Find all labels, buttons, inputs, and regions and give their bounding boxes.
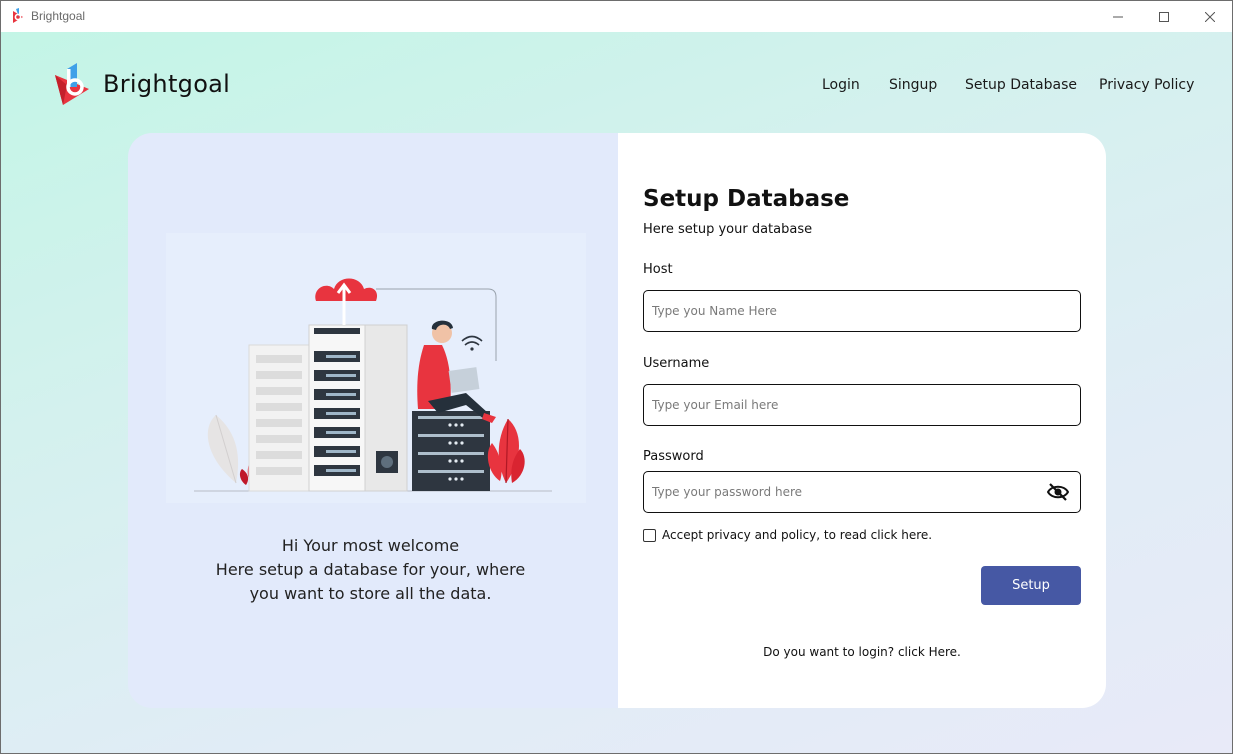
maximize-icon [1159,11,1169,22]
welcome-line-3: you want to store all the data. [249,584,492,603]
welcome-line-1: Hi Your most welcome [281,536,460,555]
nav-privacy-policy-link[interactable]: Privacy Policy [1099,77,1194,93]
database-illustration [166,233,586,503]
eye-off-icon[interactable] [1047,482,1069,502]
nav-login-link[interactable]: Login [822,77,860,93]
accept-privacy-row: Accept privacy and policy, to read click… [643,528,932,542]
top-nav: Login Singup Setup Database Privacy Poli… [1,77,1232,97]
setup-button[interactable]: Setup [981,566,1081,605]
app-logo-icon [13,8,23,23]
welcome-message: Hi Your most welcome Here setup a databa… [128,534,613,606]
window-title: Brightgoal [31,9,86,23]
host-input[interactable] [644,291,1080,331]
welcome-line-2: Here setup a database for your, where [215,560,526,579]
welcome-panel: Hi Your most welcome Here setup a databa… [128,133,618,708]
close-icon [1205,11,1215,22]
close-button[interactable] [1187,1,1232,32]
setup-card: Hi Your most welcome Here setup a databa… [128,133,1106,708]
accept-privacy-checkbox[interactable] [643,528,656,542]
form-subtitle: Here setup your database [643,222,813,237]
setup-form-panel: Setup Database Here setup your database … [618,133,1106,708]
host-field-box [643,290,1081,332]
username-label: Username [643,356,710,371]
accept-privacy-text[interactable]: Accept privacy and policy, to read click… [662,528,932,542]
nav-signup-link[interactable]: Singup [889,77,937,93]
password-field-box [643,471,1081,513]
password-label: Password [643,449,704,464]
app-window: Brightgoal Brightgoal Login Singup Setup [0,0,1233,754]
host-label: Host [643,262,673,277]
username-field-box [643,384,1081,426]
minimize-button[interactable] [1095,1,1141,32]
nav-setup-database-link[interactable]: Setup Database [965,77,1077,93]
maximize-button[interactable] [1141,1,1187,32]
login-prompt-link[interactable]: Do you want to login? click Here. [618,645,1106,659]
app-content: Brightgoal Login Singup Setup Database P… [1,32,1232,753]
title-bar: Brightgoal [1,1,1232,32]
password-input[interactable] [644,472,1034,512]
form-title: Setup Database [643,186,850,212]
minimize-icon [1113,16,1123,17]
username-input[interactable] [644,385,1080,425]
